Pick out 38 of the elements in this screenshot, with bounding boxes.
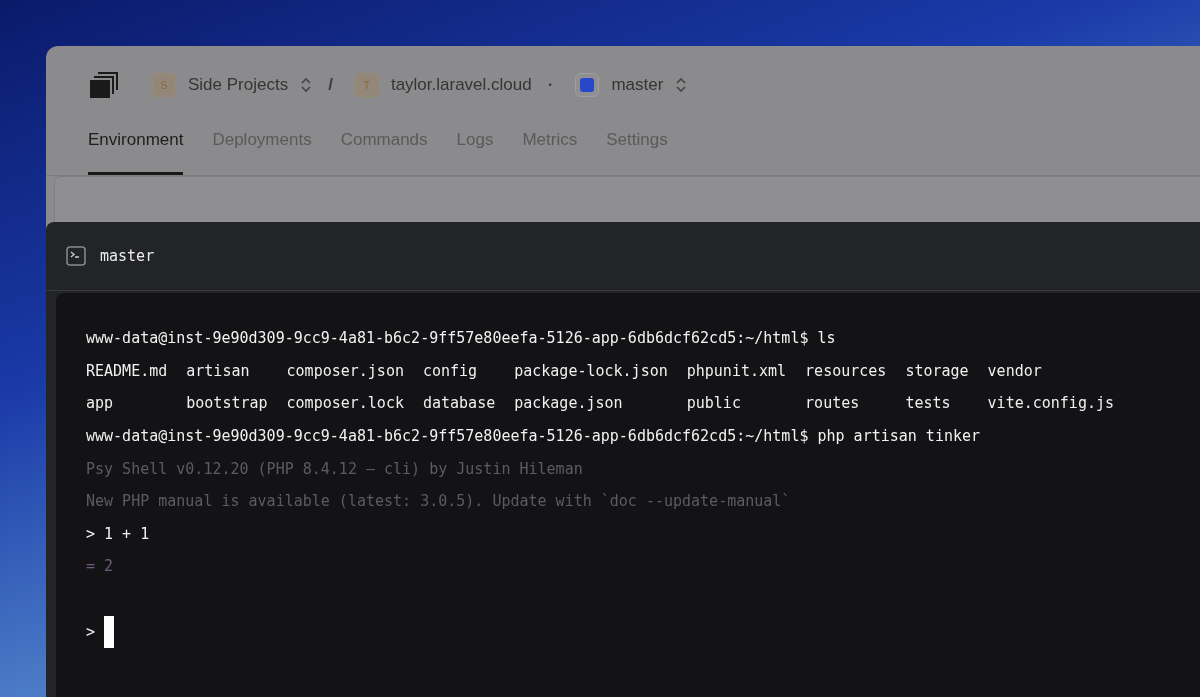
breadcrumb-label[interactable]: Side Projects [188, 75, 289, 95]
file-name: app [86, 393, 115, 415]
file-name: config [422, 360, 479, 382]
file-name: vendor [987, 360, 1043, 382]
file-name: artisan [186, 360, 251, 382]
terminal-icon [66, 246, 86, 266]
chevron-updown-icon[interactable] [675, 76, 688, 94]
breadcrumb-label[interactable]: taylor.laravel.cloud [390, 75, 532, 95]
breadcrumb-separator: · [546, 75, 555, 95]
terminal-line: = 2 [86, 557, 114, 576]
file-name: routes [805, 393, 861, 415]
file-name: bootstrap [186, 393, 268, 415]
file-name: package-lock.json [514, 360, 668, 382]
file-name: vite.config.js [987, 393, 1115, 415]
logo-icon [88, 70, 120, 100]
avatar-badge: S [152, 73, 176, 97]
file-name: database [422, 393, 496, 415]
chevron-updown-icon[interactable] [300, 76, 313, 94]
terminal-line: Psy Shell v0.12.20 (PHP 8.4.12 — cli) by Justin Hileman [86, 459, 583, 478]
file-name: tests [905, 393, 952, 415]
file-name: storage [905, 360, 969, 382]
terminal-line: New PHP manual is available (latest: 3.0.5). Update with `doc --update-manual` [86, 492, 791, 511]
breadcrumb-label[interactable]: master [611, 75, 664, 95]
file-name: README.md [86, 360, 168, 382]
terminal-line: > 1 + 1 [86, 524, 150, 543]
avatar-badge: T [354, 73, 379, 97]
terminal-line: www-data@inst-9e90d309-9cc9-4a81-b6c2-9ff57e80eefa-5126-app-6db6dcf62cd5:~/html$ ls [86, 329, 836, 348]
file-name: resources [805, 360, 887, 382]
terminal-title: master [100, 247, 155, 265]
prompt-text: > [86, 622, 96, 641]
breadcrumb-separator: / [327, 75, 334, 95]
file-name: public [686, 393, 742, 415]
file-name: phpunit.xml [686, 360, 787, 382]
cursor [104, 615, 115, 648]
file-name: composer.json [286, 360, 404, 382]
file-name: composer.lock [286, 393, 404, 415]
file-name: package.json [514, 393, 624, 415]
terminal-line: www-data@inst-9e90d309-9cc9-4a81-b6c2-9ff57e80eefa-5126-app-6db6dcf62cd5:~/html$ php artisan tinker [86, 427, 981, 446]
